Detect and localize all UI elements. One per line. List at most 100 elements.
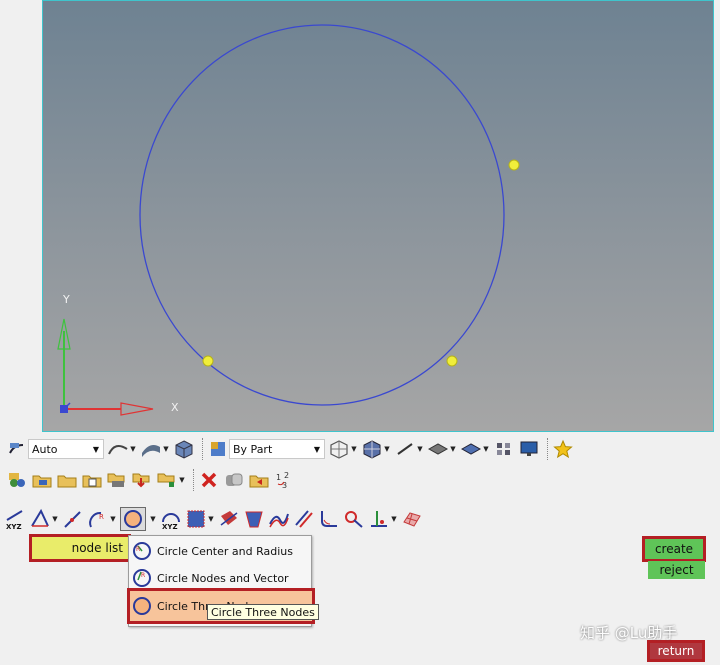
svg-text:3: 3 bbox=[282, 481, 287, 490]
rectangle-button[interactable]: ▼ bbox=[185, 507, 215, 531]
organize-button[interactable] bbox=[248, 468, 270, 492]
arc-xyz-icon: XYZ bbox=[160, 508, 182, 530]
chevron-down-icon: ▼ bbox=[417, 445, 423, 453]
fillet-button[interactable] bbox=[318, 507, 340, 531]
curve-display-button[interactable]: ▼ bbox=[107, 437, 137, 461]
surface-grid-button[interactable] bbox=[401, 507, 423, 531]
create-button[interactable]: create bbox=[642, 536, 706, 562]
fillet-icon bbox=[318, 508, 340, 530]
wireframe-button[interactable]: ▼ bbox=[328, 437, 358, 461]
chevron-down-icon: ▼ bbox=[130, 445, 136, 453]
plate-icon bbox=[427, 438, 449, 460]
solid-display-button[interactable] bbox=[173, 437, 195, 461]
monitor-button[interactable] bbox=[518, 437, 540, 461]
menu-item-circle-center-radius[interactable]: R Circle Center and Radius bbox=[131, 539, 293, 563]
export-icon bbox=[131, 469, 153, 491]
chevron-down-icon: ▼ bbox=[110, 515, 116, 523]
curve-node-button[interactable] bbox=[343, 507, 365, 531]
circle-three-nodes-icon bbox=[133, 597, 151, 615]
save-button[interactable] bbox=[106, 468, 128, 492]
menu-item-circle-nodes-vector[interactable]: R Circle Nodes and Vector bbox=[131, 566, 289, 590]
tangent-line-icon bbox=[62, 508, 84, 530]
chevron-down-icon: ▼ bbox=[52, 515, 58, 523]
components-button[interactable] bbox=[6, 468, 28, 492]
viewport-canvas bbox=[57, 24, 520, 416]
shaded-plate-icon bbox=[460, 438, 482, 460]
surface-patch-icon bbox=[243, 508, 265, 530]
surface-icon bbox=[140, 438, 162, 460]
normal-line-icon bbox=[368, 508, 390, 530]
cube-icon bbox=[173, 438, 195, 460]
arc-xyz-button[interactable]: XYZ bbox=[160, 507, 182, 531]
line-display-button[interactable]: ▼ bbox=[394, 437, 424, 461]
renumber-button[interactable]: 123 bbox=[273, 468, 295, 492]
offset-line-button[interactable] bbox=[293, 507, 315, 531]
selection-mode-select[interactable]: Auto ▼ bbox=[6, 437, 104, 461]
angle-line-button[interactable]: ▼ bbox=[29, 507, 59, 531]
plate-display-button[interactable]: ▼ bbox=[427, 437, 457, 461]
delete-x-icon bbox=[198, 469, 220, 491]
line-xyz-icon: XYZ bbox=[4, 508, 26, 530]
shaded-plate-button[interactable]: ▼ bbox=[460, 437, 490, 461]
angle-icon bbox=[29, 508, 51, 530]
curve-node-icon bbox=[343, 508, 365, 530]
element-view-button[interactable] bbox=[493, 437, 515, 461]
watermark: 知乎 @Lu助手 bbox=[580, 624, 678, 642]
arc-button[interactable]: R ▼ bbox=[87, 507, 117, 531]
delete-button[interactable] bbox=[198, 468, 220, 492]
surface-display-button[interactable]: ▼ bbox=[140, 437, 170, 461]
chevron-down-icon: ▼ bbox=[179, 476, 185, 484]
color-mode-select[interactable]: By Part ▼ bbox=[207, 437, 325, 461]
circle-menu-arrow[interactable]: ▼ bbox=[149, 508, 157, 530]
chevron-down-icon: ▼ bbox=[483, 445, 489, 453]
line-tangent-button[interactable] bbox=[62, 507, 84, 531]
circle-geometry bbox=[139, 24, 505, 406]
node-list-button[interactable]: node list bbox=[29, 534, 131, 562]
axis-triad bbox=[57, 318, 154, 416]
chevron-down-icon: ▼ bbox=[391, 515, 397, 523]
chevron-down-icon: ▼ bbox=[313, 444, 321, 454]
spline-icon bbox=[268, 508, 290, 530]
circle-button[interactable] bbox=[120, 507, 146, 531]
surface-trim-button[interactable] bbox=[218, 507, 240, 531]
node-3[interactable] bbox=[446, 355, 458, 367]
toolbar-display: Auto ▼ ▼ ▼ By Part ▼ ▼ ▼ ▼ ▼ ▼ bbox=[6, 436, 577, 462]
mask-icon bbox=[223, 469, 245, 491]
return-button[interactable]: return bbox=[647, 640, 705, 662]
mask-button[interactable] bbox=[223, 468, 245, 492]
spline-button[interactable] bbox=[268, 507, 290, 531]
folder-import-icon bbox=[81, 469, 103, 491]
chevron-down-icon: ▼ bbox=[351, 445, 357, 453]
svg-text:R: R bbox=[99, 513, 104, 521]
wireframe-cube-icon bbox=[328, 438, 350, 460]
cursor-pick-icon bbox=[6, 438, 28, 460]
node-1[interactable] bbox=[508, 159, 520, 171]
elements-icon bbox=[493, 438, 515, 460]
toolbar-geometry: XYZ ▼ R ▼ ▼ XYZ ▼ ▼ bbox=[4, 506, 426, 532]
line-xyz-button[interactable]: XYZ bbox=[4, 507, 26, 531]
favorites-button[interactable] bbox=[552, 437, 574, 461]
export-options-button[interactable]: ▼ bbox=[156, 468, 186, 492]
axis-x-label: X bbox=[171, 401, 179, 414]
chevron-down-icon: ▼ bbox=[450, 445, 456, 453]
svg-text:1: 1 bbox=[276, 473, 281, 482]
normal-line-button[interactable]: ▼ bbox=[368, 507, 398, 531]
monitor-icon bbox=[518, 438, 540, 460]
circle-icon bbox=[122, 508, 144, 530]
color-mode-value: By Part bbox=[233, 442, 273, 456]
export-button[interactable] bbox=[131, 468, 153, 492]
star-icon bbox=[552, 438, 574, 460]
open-model-button[interactable] bbox=[31, 468, 53, 492]
surface-patch-button[interactable] bbox=[243, 507, 265, 531]
graphics-viewport[interactable]: Y X bbox=[42, 0, 714, 432]
folder-arrow-icon bbox=[248, 469, 270, 491]
circle-nodes-vector-icon: R bbox=[133, 569, 151, 587]
open-folder-button[interactable] bbox=[56, 468, 78, 492]
shaded-mesh-button[interactable]: ▼ bbox=[361, 437, 391, 461]
import-button[interactable] bbox=[81, 468, 103, 492]
curve-icon bbox=[107, 438, 129, 460]
arc-icon: R bbox=[87, 508, 109, 530]
svg-text:XYZ: XYZ bbox=[162, 523, 178, 530]
node-2[interactable] bbox=[202, 355, 214, 367]
reject-button[interactable]: reject bbox=[648, 561, 705, 579]
